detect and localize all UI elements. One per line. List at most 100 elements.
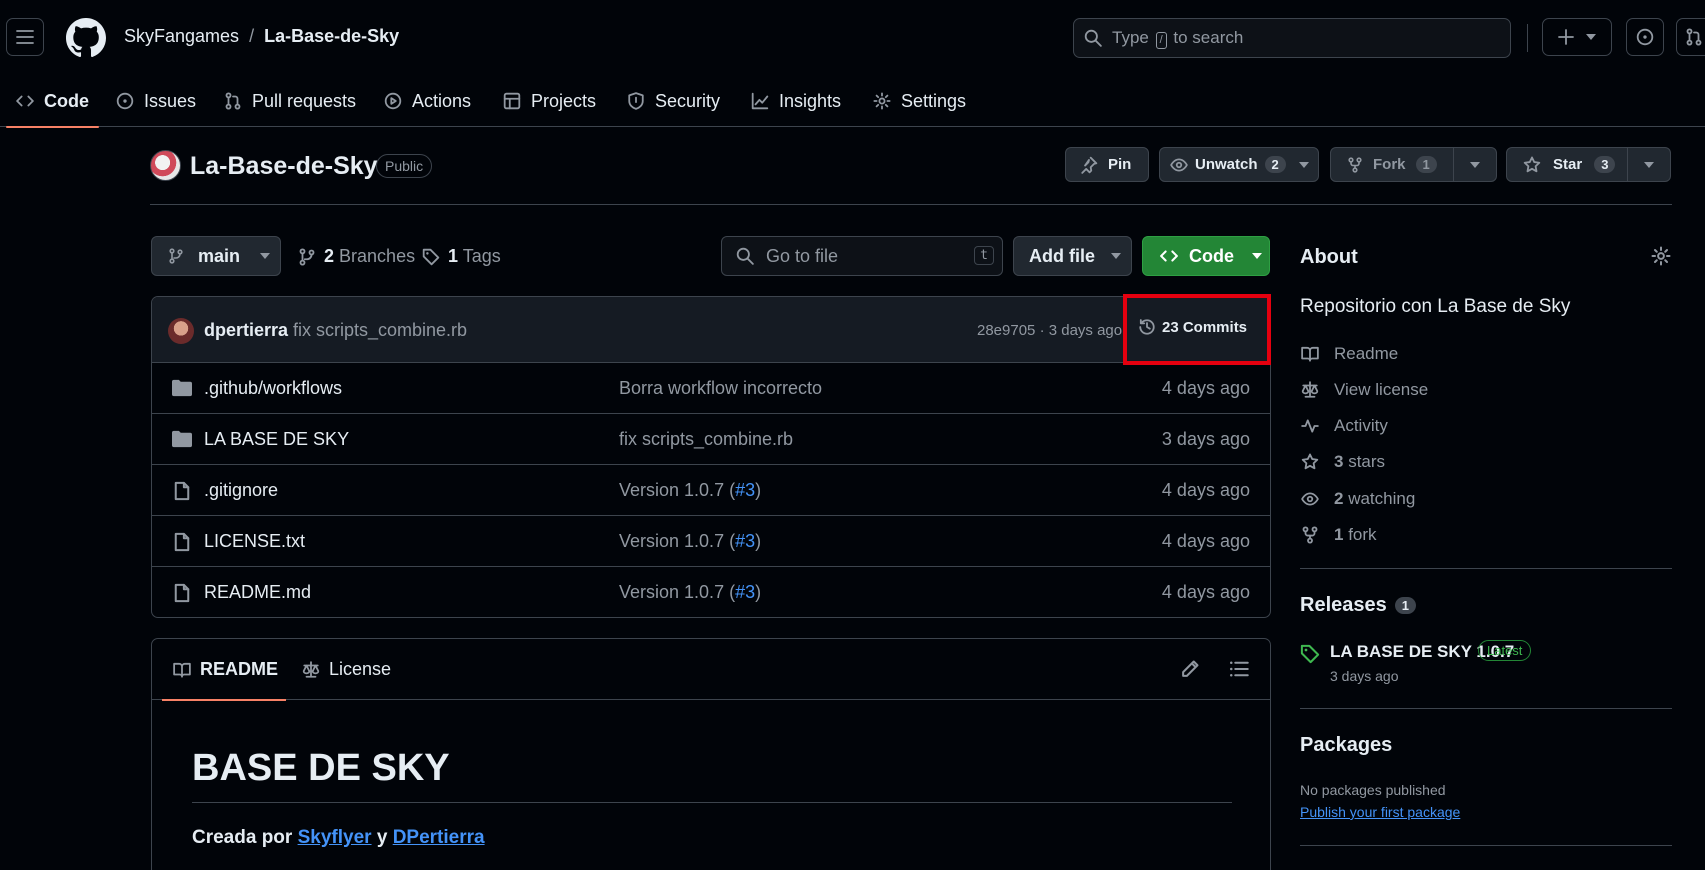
list-icon[interactable] <box>1228 659 1250 679</box>
file-commit-message[interactable]: Version 1.0.7 (#3) <box>619 582 761 603</box>
code-icon <box>1160 250 1178 262</box>
table-row[interactable]: LICENSE.txt Version 1.0.7 (#3) 4 days ag… <box>152 516 1270 567</box>
fork-button[interactable]: Fork 1 <box>1330 147 1454 182</box>
pr-link[interactable]: #3 <box>735 582 755 602</box>
file-date: 4 days ago <box>1161 582 1250 602</box>
issue-icon <box>116 92 134 110</box>
tab-readme[interactable]: README <box>161 639 287 701</box>
tab-label: Projects <box>531 90 597 111</box>
tab-security[interactable]: Security <box>627 75 720 127</box>
file-commit-message[interactable]: Borra workflow incorrecto <box>619 378 822 399</box>
caret-down-icon <box>1298 161 1309 168</box>
file-name[interactable]: LA BASE DE SKY <box>204 429 349 450</box>
releases-heading[interactable]: Releases 1 <box>1300 594 1416 617</box>
repo-link[interactable]: La-Base-de-Sky <box>264 26 399 47</box>
tab-license[interactable]: License <box>301 639 391 700</box>
tab-code[interactable]: Code <box>6 75 99 128</box>
folder-icon <box>172 430 192 448</box>
unwatch-button[interactable]: Unwatch 2 <box>1159 147 1319 182</box>
sidebar-divider <box>1300 568 1672 569</box>
file-name[interactable]: .gitignore <box>204 480 278 501</box>
caret-down-icon <box>1470 161 1480 168</box>
stars-link[interactable]: 3 stars <box>1300 452 1385 472</box>
watching-label: watching <box>1348 489 1416 508</box>
packages-heading[interactable]: Packages <box>1300 734 1392 757</box>
unwatch-label: Unwatch <box>1195 156 1258 173</box>
star-button[interactable]: Star 3 <box>1506 147 1628 182</box>
pin-button[interactable]: Pin <box>1065 147 1149 182</box>
issues-button[interactable] <box>1626 18 1664 56</box>
github-logo-icon[interactable] <box>66 18 106 58</box>
author-link-skyflyer[interactable]: Skyflyer <box>298 827 372 848</box>
gear-icon[interactable] <box>1651 246 1671 266</box>
star-dropdown-button[interactable] <box>1627 147 1671 182</box>
repo-title[interactable]: La-Base-de-Sky <box>190 152 378 181</box>
file-commit-message[interactable]: fix scripts_combine.rb <box>619 429 793 450</box>
tags-link[interactable]: 1 Tags <box>422 246 501 267</box>
readme-tabs: README License <box>152 639 1270 701</box>
caret-down-icon <box>1586 34 1596 40</box>
avatar[interactable] <box>168 318 194 344</box>
forks-link[interactable]: 1 fork <box>1300 525 1377 545</box>
law-icon <box>1301 381 1319 398</box>
commit-hash-time[interactable]: 28e9705 · 3 days ago <box>977 322 1122 339</box>
caret-down-icon <box>1644 161 1654 168</box>
watching-link[interactable]: 2 watching <box>1300 489 1415 509</box>
tab-label: Actions <box>412 90 472 111</box>
create-new-button[interactable] <box>1542 18 1612 56</box>
play-icon <box>384 92 402 110</box>
tab-issues[interactable]: Issues <box>116 75 196 127</box>
tab-projects[interactable]: Projects <box>503 75 596 127</box>
owner-link[interactable]: SkyFangames <box>124 26 239 47</box>
file-name[interactable]: README.md <box>204 582 311 603</box>
book-icon <box>173 662 191 678</box>
file-name[interactable]: LICENSE.txt <box>204 531 305 552</box>
commit-message[interactable]: fix scripts_combine.rb <box>293 320 467 341</box>
branch-label: main <box>198 245 241 266</box>
file-name[interactable]: .github/workflows <box>204 378 342 399</box>
readme-link[interactable]: Readme <box>1300 344 1398 364</box>
go-to-file-input[interactable]: Go to file t <box>721 236 1003 276</box>
pull-requests-button[interactable] <box>1676 18 1705 56</box>
pr-link[interactable]: #3 <box>735 531 755 551</box>
table-row[interactable]: .gitignore Version 1.0.7 (#3) 4 days ago <box>152 465 1270 516</box>
pulse-icon <box>1301 419 1319 433</box>
heading-rule <box>192 802 1232 803</box>
file-commit-message[interactable]: Version 1.0.7 (#3) <box>619 531 761 552</box>
branches-link[interactable]: 2 Branches <box>298 246 415 267</box>
visibility-badge: Public <box>376 154 433 178</box>
branch-select[interactable]: main <box>151 236 281 276</box>
menu-button[interactable] <box>6 18 44 56</box>
table-row[interactable]: .github/workflows Borra workflow incorre… <box>152 363 1270 414</box>
forks-count: 1 <box>1334 525 1344 544</box>
search-input[interactable]: Type / to search <box>1073 18 1511 58</box>
pencil-icon[interactable] <box>1180 659 1200 679</box>
readme-byline: Creada por Skyflyer y DPertierra <box>192 827 485 848</box>
table-row[interactable]: README.md Version 1.0.7 (#3) 4 days ago <box>152 567 1270 617</box>
tab-actions[interactable]: Actions <box>384 75 471 127</box>
publish-package-link[interactable]: Publish your first package <box>1300 804 1460 820</box>
author-link-dpertierra[interactable]: DPertierra <box>393 827 485 848</box>
code-button[interactable]: Code <box>1142 236 1270 276</box>
tab-settings[interactable]: Settings <box>873 75 966 127</box>
go-to-file-placeholder: Go to file <box>766 245 839 266</box>
no-packages-text: No packages published <box>1300 782 1446 798</box>
about-heading: About <box>1300 246 1358 268</box>
table-row[interactable]: LA BASE DE SKY fix scripts_combine.rb 3 … <box>152 414 1270 465</box>
search-icon <box>1084 29 1102 47</box>
tab-pull-requests[interactable]: Pull requests <box>224 75 356 127</box>
file-date: 4 days ago <box>1161 480 1250 500</box>
latest-badge: Latest <box>1478 640 1532 661</box>
pr-link[interactable]: #3 <box>735 480 755 500</box>
commit-author[interactable]: dpertierra <box>204 320 288 341</box>
code-icon <box>16 95 34 107</box>
fork-dropdown-button[interactable] <box>1453 147 1497 182</box>
breadcrumb: SkyFangames / La-Base-de-Sky <box>124 26 399 47</box>
tab-label: Pull requests <box>252 90 357 111</box>
add-file-button[interactable]: Add file <box>1013 236 1132 276</box>
tab-insights[interactable]: Insights <box>751 75 841 127</box>
license-link[interactable]: View license <box>1300 380 1428 400</box>
caret-down-icon <box>1111 253 1121 259</box>
file-commit-message[interactable]: Version 1.0.7 (#3) <box>619 480 761 501</box>
activity-link[interactable]: Activity <box>1300 416 1388 436</box>
